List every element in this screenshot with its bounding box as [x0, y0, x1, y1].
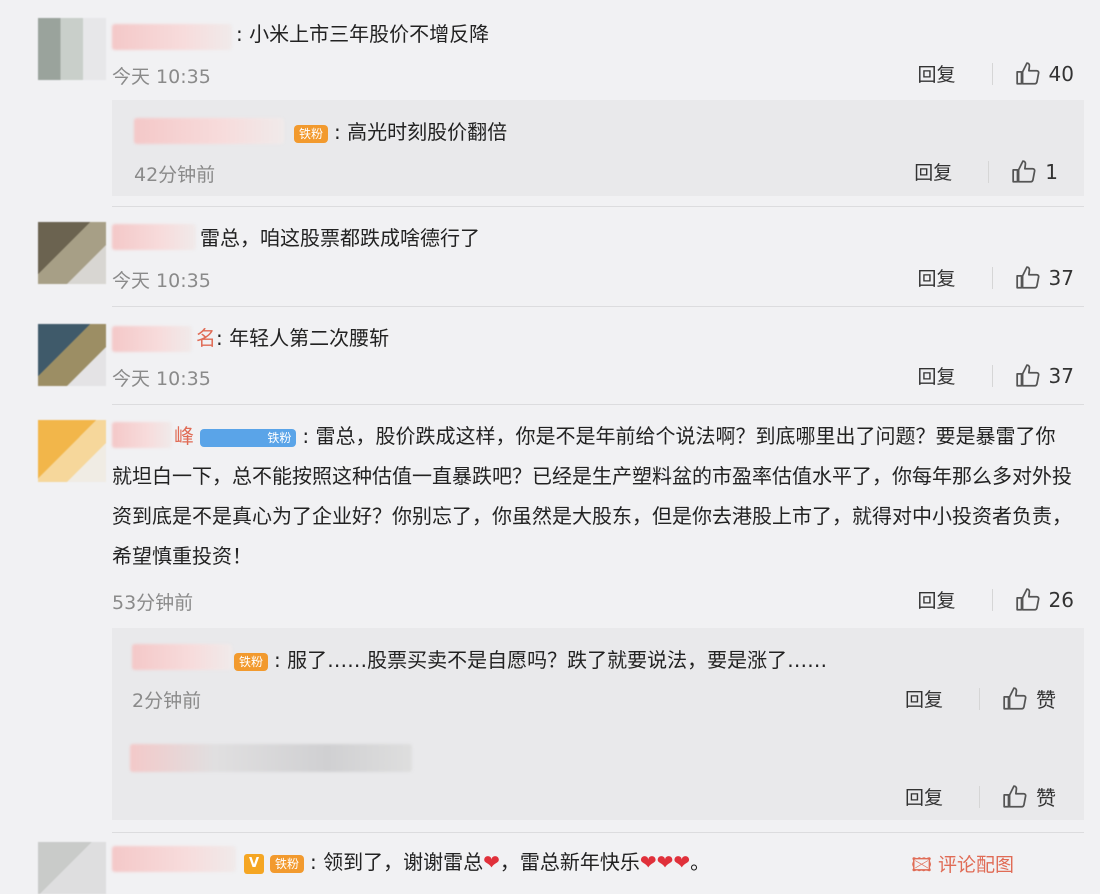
like-button[interactable]: 1 — [1011, 159, 1058, 185]
comment-time: 今天 10:35 — [112, 66, 211, 88]
sub-text: : 高光时刻股价翻倍 — [334, 120, 508, 144]
thumbs-up-icon — [1015, 265, 1040, 289]
username[interactable] — [112, 846, 236, 872]
divider — [991, 588, 993, 611]
fan-badge: 铁粉 — [200, 428, 297, 447]
like-count: 1 — [1045, 159, 1058, 184]
username-tail[interactable]: 名 — [196, 326, 216, 350]
like-button[interactable]: 37 — [1015, 265, 1074, 291]
like-count: 26 — [1048, 587, 1074, 612]
comment-actions: 回复 37 — [918, 264, 1074, 291]
sub-comment-text: 铁粉 : 高光时刻股价翻倍 — [294, 112, 507, 152]
divider — [979, 785, 980, 808]
comment-text: : 小米上市三年股价不增反降 — [236, 22, 490, 46]
blurred-content — [130, 744, 412, 772]
comment-text: 峰 铁粉: 雷总，股价跌成这样，你是不是年前给个说法啊？到底哪里出了问题？要是暴… — [112, 416, 1072, 576]
comment-actions: 回复 26 — [918, 586, 1074, 613]
divider — [112, 832, 1084, 833]
divider — [988, 160, 990, 183]
sub-comment: 回复 赞 — [112, 724, 1084, 820]
username[interactable] — [134, 118, 284, 144]
thumbs-up-icon — [1015, 61, 1040, 85]
heart-icon: ❤❤❤ — [639, 850, 691, 874]
comment-text: 雷总，咱这股票都跌成啥德行了 — [200, 226, 480, 250]
link-label: 评论配图 — [937, 854, 1014, 876]
comment-text: 名: 年轻人第二次腰斩 — [196, 318, 389, 358]
comment-actions: 回复 37 — [918, 362, 1074, 389]
like-button[interactable]: 赞 — [1002, 684, 1056, 713]
thumbs-up-icon — [1015, 363, 1040, 387]
username[interactable] — [112, 224, 196, 250]
sub-comment: 铁粉 : 高光时刻股价翻倍 42分钟前 回复 1 — [112, 100, 1084, 196]
sub-text: : 服了……股票买卖不是自愿吗？跌了就要说法，要是涨了…… — [274, 648, 828, 672]
divider — [991, 266, 993, 289]
thumbs-up-icon — [1015, 587, 1040, 611]
fan-badge: 铁粉 — [294, 124, 329, 143]
avatar[interactable] — [38, 324, 106, 386]
reply-button[interactable]: 回复 — [918, 362, 956, 389]
comment-text: V 铁粉 : 领到了，谢谢雷总❤，雷总新年快乐❤❤❤。 — [244, 842, 710, 882]
like-count: 赞 — [1036, 786, 1056, 810]
sub-time: 42分钟前 — [134, 164, 216, 186]
like-count: 赞 — [1036, 688, 1056, 712]
divider — [979, 687, 980, 710]
divider — [112, 404, 1084, 405]
image-icon: 🖾 — [911, 854, 938, 876]
username[interactable] — [112, 24, 232, 50]
comment-actions: 回复 40 — [918, 60, 1074, 87]
heart-icon: ❤ — [483, 850, 500, 874]
text-body-2: ，雷总新年快乐 — [499, 850, 640, 874]
divider — [112, 206, 1084, 207]
like-button[interactable]: 26 — [1015, 587, 1074, 613]
like-button[interactable]: 赞 — [1002, 782, 1056, 811]
divider — [112, 306, 1084, 307]
reply-button[interactable]: 回复 — [918, 586, 956, 613]
avatar[interactable] — [38, 420, 106, 482]
sub-actions: 回复 赞 — [905, 782, 1056, 811]
verified-badge: V — [244, 853, 264, 874]
sub-actions: 回复 1 — [914, 158, 1058, 185]
fan-badge: 铁粉 — [234, 652, 269, 671]
thumbs-up-icon — [1003, 686, 1027, 710]
sub-time: 2分钟前 — [132, 690, 202, 712]
reply-button[interactable]: 回复 — [918, 264, 956, 291]
sub-actions: 回复 赞 — [905, 684, 1056, 713]
username[interactable] — [132, 644, 232, 670]
comment-time: 53分钟前 — [112, 592, 194, 614]
text-body: : 年轻人第二次腰斩 — [216, 326, 390, 350]
like-button[interactable]: 37 — [1015, 363, 1074, 389]
username[interactable] — [112, 326, 192, 352]
thumbs-up-icon — [1012, 159, 1036, 183]
comment-time: 今天 10:35 — [112, 270, 211, 292]
reply-button[interactable]: 回复 — [905, 685, 943, 712]
comment-image-link[interactable]: 🖾 评论配图 — [911, 850, 1014, 883]
like-count: 40 — [1048, 61, 1074, 86]
divider — [991, 364, 993, 387]
fan-badge: 铁粉 — [270, 854, 305, 873]
divider — [991, 62, 993, 85]
reply-button[interactable]: 回复 — [918, 60, 956, 87]
reply-button[interactable]: 回复 — [914, 158, 952, 185]
text-body: : 领到了，谢谢雷总 — [310, 850, 484, 874]
like-count: 37 — [1048, 363, 1074, 388]
thumbs-up-icon — [1003, 784, 1027, 808]
sub-comment-text: 铁粉 : 服了……股票买卖不是自愿吗？跌了就要说法，要是涨了…… — [234, 640, 827, 680]
like-button[interactable]: 40 — [1015, 61, 1074, 87]
like-count: 37 — [1048, 265, 1074, 290]
username-tail[interactable]: 峰 — [174, 424, 194, 448]
reply-button[interactable]: 回复 — [905, 783, 943, 810]
text-end: 。 — [690, 850, 711, 874]
sub-comment: 铁粉 : 服了……股票买卖不是自愿吗？跌了就要说法，要是涨了…… 2分钟前 回复 … — [112, 628, 1084, 724]
comment-time: 今天 10:35 — [112, 368, 211, 390]
avatar[interactable] — [38, 842, 106, 894]
avatar[interactable] — [38, 222, 106, 284]
avatar[interactable] — [38, 18, 106, 80]
